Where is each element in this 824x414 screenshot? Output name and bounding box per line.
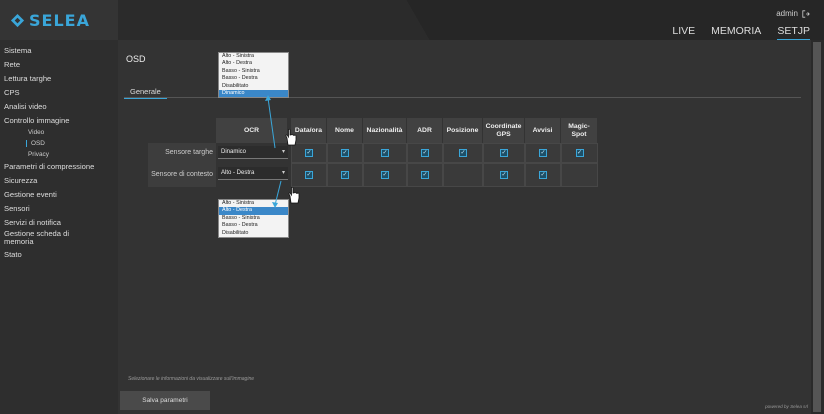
cell-avvisi: ✓ <box>525 143 561 163</box>
col-header-avvisi: Avvisi <box>525 118 561 143</box>
tab-generale[interactable]: Generale <box>124 87 167 99</box>
checkbox-adr-contesto[interactable]: ✓ <box>421 171 429 179</box>
sidebar-item-cps[interactable]: CPS <box>4 89 20 97</box>
selea-logo-icon <box>10 13 25 28</box>
sidebar-item-controllo-immagine[interactable]: Controllo immagine <box>4 117 69 125</box>
checkbox-avvisi-contesto[interactable]: ✓ <box>539 171 547 179</box>
sidebar-item-scheda-memoria[interactable]: Gestione scheda di memoria <box>4 230 90 246</box>
page-title: OSD <box>126 54 146 64</box>
checkbox-nome-targhe[interactable]: ✓ <box>341 149 349 157</box>
sidebar-sub-osd[interactable]: OSD <box>26 140 45 147</box>
dropdown-option[interactable]: Alto - Destra <box>219 60 288 67</box>
cell-nome: ✓ <box>327 163 363 187</box>
cell-data-ora: ✓ <box>291 163 327 187</box>
checkbox-nazionalita-contesto[interactable]: ✓ <box>381 171 389 179</box>
cell-gps: ✓ <box>483 143 525 163</box>
ocr-select-value: Dinamico <box>221 149 247 155</box>
hand-cursor-icon <box>285 128 297 146</box>
checkbox-data-ora-targhe[interactable]: ✓ <box>305 149 313 157</box>
header-panel <box>118 0 398 40</box>
main-nav: LIVE MEMORIA SETJP <box>672 25 810 40</box>
col-header-magic-spot: Magic-Spot <box>561 118 598 143</box>
checkbox-nome-contesto[interactable]: ✓ <box>341 171 349 179</box>
cell-posizione-empty <box>443 163 483 187</box>
row-label-sensore-targhe: Sensore targhe <box>148 143 216 163</box>
sidebar-item-lettura-targhe[interactable]: Lettura targhe <box>4 75 51 83</box>
username: admin <box>776 9 798 18</box>
cell-gps: ✓ <box>483 163 525 187</box>
cell-nazionalita: ✓ <box>363 163 407 187</box>
sidebar-item-sicurezza[interactable]: Sicurezza <box>4 177 37 185</box>
cell-magic-spot: ✓ <box>561 143 598 163</box>
col-header-nome: Nome <box>327 118 363 143</box>
cell-nome: ✓ <box>327 143 363 163</box>
dropdown-option[interactable]: Basso - Destra <box>219 75 288 82</box>
checkbox-data-ora-contesto[interactable]: ✓ <box>305 171 313 179</box>
sidebar-item-rete[interactable]: Rete <box>4 61 20 69</box>
nav-setjp[interactable]: SETJP <box>777 25 810 40</box>
dropdown-option[interactable]: Basso - Destra <box>219 222 288 229</box>
checkbox-adr-targhe[interactable]: ✓ <box>421 149 429 157</box>
checkbox-magic-spot-targhe[interactable]: ✓ <box>575 149 584 157</box>
dropdown-option[interactable]: Basso - Sinistra <box>219 68 288 75</box>
dropdown-option[interactable]: Alto - Sinistra <box>219 53 288 60</box>
brand-name: SELEA <box>29 11 90 30</box>
save-button[interactable]: Salva parametri <box>120 391 210 410</box>
sidebar-item-analisi-video[interactable]: Analisi video <box>4 103 47 111</box>
powered-by: powered by Selea srl <box>765 404 808 409</box>
logo-area: SELEA <box>0 0 118 40</box>
ocr-select-value: Alto - Destra <box>221 170 255 176</box>
user-area: admin <box>776 9 810 18</box>
sidebar-item-stato[interactable]: Stato <box>4 251 22 259</box>
cell-avvisi: ✓ <box>525 163 561 187</box>
checkbox-nazionalita-targhe[interactable]: ✓ <box>381 149 389 157</box>
checkbox-gps-contesto[interactable]: ✓ <box>500 171 508 179</box>
col-header-nazionalita: Nazionalità <box>363 118 407 143</box>
col-header-posizione: Posizione <box>443 118 483 143</box>
col-header-coordinate-gps: Coordinate GPS <box>483 118 525 143</box>
dropdown-option[interactable]: Disabilitato <box>219 230 288 237</box>
sidebar-item-gestione-eventi[interactable]: Gestione eventi <box>4 191 57 199</box>
cell-posizione: ✓ <box>443 143 483 163</box>
col-header-adr: ADR <box>407 118 443 143</box>
header-divider <box>398 0 438 40</box>
sidebar-item-sensori[interactable]: Sensori <box>4 205 30 213</box>
checkbox-avvisi-targhe[interactable]: ✓ <box>539 149 547 157</box>
scrollbar-thumb[interactable] <box>813 42 821 412</box>
cell-adr: ✓ <box>407 143 443 163</box>
checkbox-gps-targhe[interactable]: ✓ <box>500 149 508 157</box>
dropdown-option[interactable]: Basso - Sinistra <box>219 215 288 222</box>
logo[interactable]: SELEA <box>10 11 90 30</box>
sidebar-sub-privacy[interactable]: Privacy <box>28 151 49 158</box>
nav-live[interactable]: LIVE <box>672 25 695 40</box>
dropdown-option[interactable]: Disabilitato <box>219 83 288 90</box>
osd-settings-page: SELEA admin LIVE MEMORIA SETJP Sistema R… <box>0 0 824 414</box>
logout-icon[interactable] <box>802 9 810 18</box>
sidebar-item-servizi-notifica[interactable]: Servizi di notifica <box>4 219 61 227</box>
dropdown-list-targhe: Alto - Sinistra Alto - Destra Basso - Si… <box>218 52 289 99</box>
row-label-sensore-contesto: Sensore di contesto <box>148 163 216 187</box>
hand-cursor-icon <box>288 186 300 204</box>
sidebar-item-sistema[interactable]: Sistema <box>4 47 31 55</box>
sidebar-sub-video[interactable]: Video <box>28 129 44 136</box>
cell-data-ora: ✓ <box>291 143 327 163</box>
nav-memoria[interactable]: MEMORIA <box>711 25 761 40</box>
footnote-hint: Selezionare le informazioni da visualizz… <box>128 376 255 382</box>
cell-adr: ✓ <box>407 163 443 187</box>
sidebar-item-compressione[interactable]: Parametri di compressione <box>4 163 94 171</box>
checkbox-posizione-targhe[interactable]: ✓ <box>459 149 467 157</box>
cell-nazionalita: ✓ <box>363 143 407 163</box>
cell-magic-spot-empty <box>561 163 598 187</box>
